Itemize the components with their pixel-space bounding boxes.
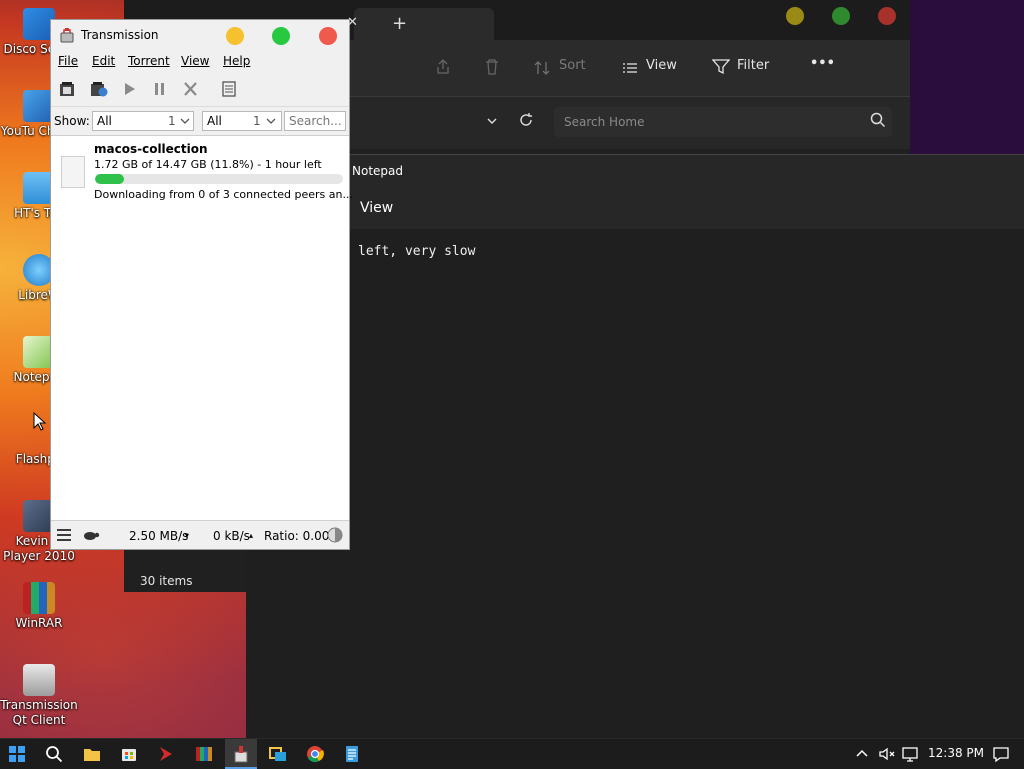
open-torrent-icon[interactable] [58, 81, 76, 97]
show-label: Show: [54, 114, 90, 128]
taskbar: 12:38 PM [0, 738, 1024, 769]
start-icon[interactable] [8, 745, 26, 763]
explorer-search-input[interactable]: Search Home [554, 107, 892, 137]
notepad-text[interactable]: left, very slow [358, 244, 475, 259]
explorer-item-count: 30 items [140, 574, 193, 588]
winrar-icon [23, 582, 55, 614]
transmission-window: Transmission File Edit Torrent View Help… [50, 19, 353, 550]
store-icon[interactable] [120, 745, 138, 763]
notepad-title: Notepad [352, 164, 403, 178]
menu-help[interactable]: Help [223, 54, 250, 68]
desktop-icon-winrar[interactable]: WinRAR [0, 582, 78, 631]
transmission-statusbar: 2.50 MB/s ▾ 0 kB/s ▴ Ratio: 0.00 [51, 520, 349, 549]
menu-edit[interactable]: Edit [92, 54, 115, 68]
notifications-icon[interactable] [992, 745, 1010, 763]
transmission-icon [23, 664, 55, 696]
filter-icon [712, 59, 730, 75]
filter-button[interactable]: Filter [737, 58, 769, 73]
notepad-window: Notepad View left, very slow [246, 154, 1024, 739]
torrent-name: macos-collection [94, 142, 208, 156]
torrent-list[interactable]: macos-collection 1.72 GB of 14.47 GB (11… [51, 136, 353, 522]
chevron-down-icon [180, 118, 190, 124]
close-button[interactable] [319, 27, 337, 45]
menu-view[interactable]: View [181, 54, 209, 68]
flashpoint-icon[interactable] [157, 745, 175, 763]
transmission-titlebar: Transmission [51, 20, 349, 50]
sort-button[interactable]: Sort [559, 58, 586, 73]
network-icon[interactable] [901, 745, 919, 763]
activity-filter-combo[interactable]: All 1 [92, 111, 194, 131]
properties-icon[interactable] [220, 81, 238, 97]
file-explorer-icon[interactable] [83, 745, 101, 763]
desktop-icon-transmission[interactable]: Transmission Qt Client [0, 664, 78, 728]
download-speed-arrow: ▾ [185, 531, 190, 540]
share-icon[interactable] [434, 58, 452, 76]
menu-torrent[interactable]: Torrent [128, 54, 170, 68]
transmission-app-icon [60, 28, 74, 43]
upload-speed-arrow: ▴ [249, 531, 254, 540]
winrar-icon[interactable] [195, 745, 213, 763]
explorer-tab-close-icon[interactable]: ✕ [347, 15, 358, 30]
torrent-progress-text: 1.72 GB of 14.47 GB (11.8%) - 1 hour lef… [94, 158, 322, 171]
chrome-icon[interactable] [306, 745, 324, 763]
view-icon [623, 63, 637, 73]
notepad-menu-view[interactable]: View [360, 200, 393, 216]
chevron-up-icon[interactable] [853, 745, 871, 763]
notepad-editor[interactable]: left, very slow [246, 229, 1024, 739]
view-button[interactable]: View [646, 58, 677, 73]
torrent-progress-bar [95, 174, 343, 184]
search-icon[interactable] [45, 745, 63, 763]
combo-count: 1 [168, 114, 176, 128]
notepad-icon[interactable] [343, 745, 361, 763]
torrent-status: Downloading from 0 of 3 connected peers … [94, 188, 353, 201]
open-url-icon[interactable] [90, 81, 108, 97]
remove-icon[interactable] [182, 81, 200, 97]
desktop-icon-label: WinRAR [15, 616, 63, 630]
transmission-icon [234, 746, 248, 763]
menu-file[interactable]: File [58, 54, 78, 68]
pause-icon[interactable] [151, 81, 169, 97]
combo-count: 1 [253, 114, 261, 128]
turtle-speed-limit-icon[interactable] [82, 529, 100, 541]
sort-icon [534, 61, 550, 75]
transmission-taskbar-button[interactable] [225, 739, 257, 769]
close-button[interactable] [878, 7, 896, 25]
progress-fill [95, 174, 125, 184]
combo-value: All [97, 114, 112, 128]
minimize-button[interactable] [226, 27, 244, 45]
taskbar-clock[interactable]: 12:38 PM [928, 746, 984, 760]
chevron-down-icon [266, 118, 276, 124]
chevron-down-icon[interactable] [486, 115, 498, 127]
delete-icon[interactable] [483, 58, 501, 76]
upload-speed: 0 kB/s [213, 529, 250, 543]
play-icon[interactable] [121, 81, 139, 97]
refresh-icon[interactable] [518, 112, 534, 128]
tracker-filter-combo[interactable]: All 1 [202, 111, 282, 131]
hamburger-menu-icon[interactable] [57, 529, 71, 541]
transmission-toolbar [51, 72, 349, 107]
minimize-button[interactable] [786, 7, 804, 25]
sound-muted-icon[interactable] [878, 745, 896, 763]
more-options-button[interactable]: ••• [810, 56, 835, 71]
torrent-search-input[interactable]: Search... [284, 111, 346, 131]
transmission-filterbar: Show: All 1 All 1 Search... [51, 107, 349, 136]
search-icon[interactable] [870, 112, 886, 128]
desktop-icon-label: Transmission Qt Client [0, 698, 78, 727]
file-icon [61, 156, 85, 188]
maximize-button[interactable] [832, 7, 850, 25]
download-speed: 2.50 MB/s [129, 529, 189, 543]
ratio-icon[interactable] [327, 527, 343, 543]
explorer-tab[interactable] [354, 8, 494, 40]
transmission-menubar: File Edit Torrent View Help [51, 50, 349, 72]
maximize-button[interactable] [272, 27, 290, 45]
remote-app-icon[interactable] [269, 745, 287, 763]
new-tab-button[interactable]: + [392, 13, 407, 34]
ratio-text[interactable]: Ratio: 0.00 [264, 529, 329, 543]
combo-value: All [207, 114, 222, 128]
mouse-pointer-icon [33, 412, 47, 431]
transmission-title: Transmission [81, 28, 159, 42]
